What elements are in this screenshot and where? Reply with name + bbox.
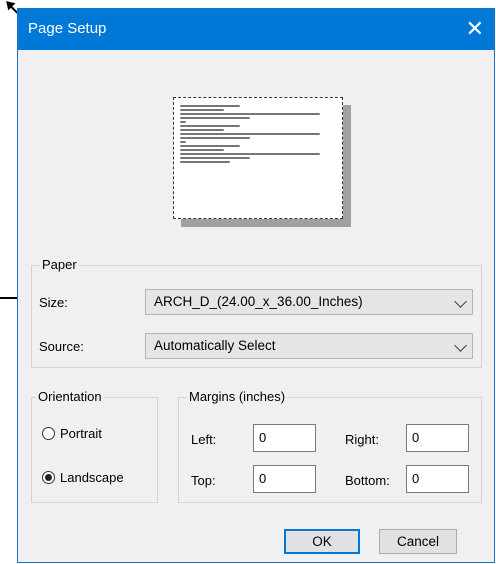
size-dropdown-value: ARCH_D_(24.00_x_36.00_Inches)	[154, 294, 363, 309]
portrait-radio-button[interactable]	[42, 426, 55, 440]
right-margin-input[interactable]: 0	[406, 424, 469, 452]
cancel-button[interactable]: Cancel	[379, 529, 457, 554]
portrait-radio[interactable]: Portrait	[42, 424, 102, 442]
page-setup-dialog: Page Setup ✕ Paper Size: ARCH_D_(24.00_x…	[17, 8, 495, 563]
size-label: Size:	[39, 295, 68, 310]
portrait-label: Portrait	[60, 425, 102, 441]
right-margin-label: Right:	[345, 432, 379, 447]
left-margin-label: Left:	[191, 432, 217, 447]
title-bar: Page Setup ✕	[18, 9, 494, 50]
paper-group: Paper Size: ARCH_D_(24.00_x_36.00_Inches…	[31, 257, 482, 368]
bottom-margin-input[interactable]: 0	[406, 465, 469, 493]
landscape-radio[interactable]: Landscape	[42, 468, 124, 486]
chevron-down-icon	[454, 295, 467, 308]
size-dropdown[interactable]: ARCH_D_(24.00_x_36.00_Inches)	[145, 289, 473, 315]
orientation-group-label: Orientation	[36, 389, 104, 405]
top-margin-label: Top:	[191, 473, 216, 488]
source-label: Source:	[39, 339, 84, 354]
margins-group: Margins (inches) Left: 0 Right: 0 Top: 0…	[178, 389, 482, 503]
close-icon[interactable]: ✕	[466, 16, 484, 42]
top-margin-input[interactable]: 0	[253, 465, 316, 493]
paper-group-label: Paper	[40, 257, 79, 273]
orientation-group: Orientation Portrait Landscape	[31, 389, 158, 503]
source-dropdown-value: Automatically Select	[154, 338, 276, 353]
ok-button[interactable]: OK	[284, 529, 360, 554]
bottom-margin-label: Bottom:	[345, 473, 390, 488]
margins-group-label: Margins (inches)	[187, 389, 288, 405]
page-preview	[173, 97, 343, 219]
source-dropdown[interactable]: Automatically Select	[145, 333, 473, 359]
landscape-label: Landscape	[60, 469, 124, 485]
chevron-down-icon	[454, 339, 467, 352]
window-title: Page Setup	[28, 20, 107, 37]
landscape-radio-button[interactable]	[42, 470, 55, 484]
left-margin-input[interactable]: 0	[253, 424, 316, 452]
